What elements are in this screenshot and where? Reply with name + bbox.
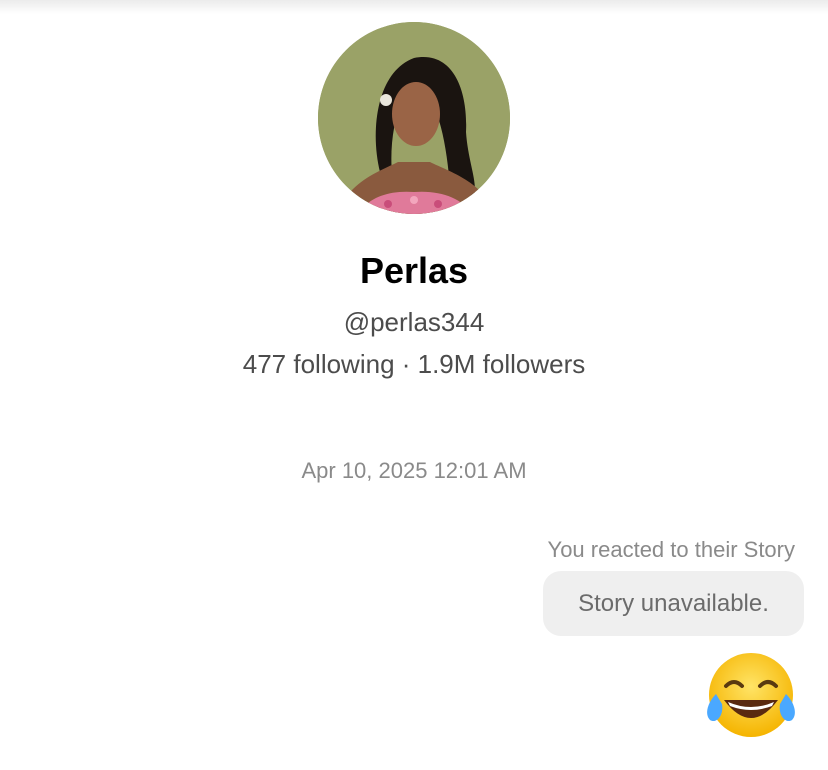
story-unavailable-bubble[interactable]: Story unavailable. (543, 571, 804, 636)
profile-stats: 477 following · 1.9M followers (242, 349, 586, 379)
story-reaction-note: You reacted to their Story (547, 537, 795, 562)
profile-name: Perlas (359, 250, 469, 291)
face-with-tears-of-joy-icon[interactable] (702, 650, 800, 740)
top-bar-shadow (0, 0, 828, 14)
avatar-portrait-image (318, 22, 510, 214)
story-unavailable-label: Story unavailable. (578, 589, 769, 617)
message-timestamp: Apr 10, 2025 12:01 AM (301, 458, 527, 483)
profile-handle: @perlas344 (343, 307, 485, 337)
avatar[interactable] (318, 22, 510, 214)
